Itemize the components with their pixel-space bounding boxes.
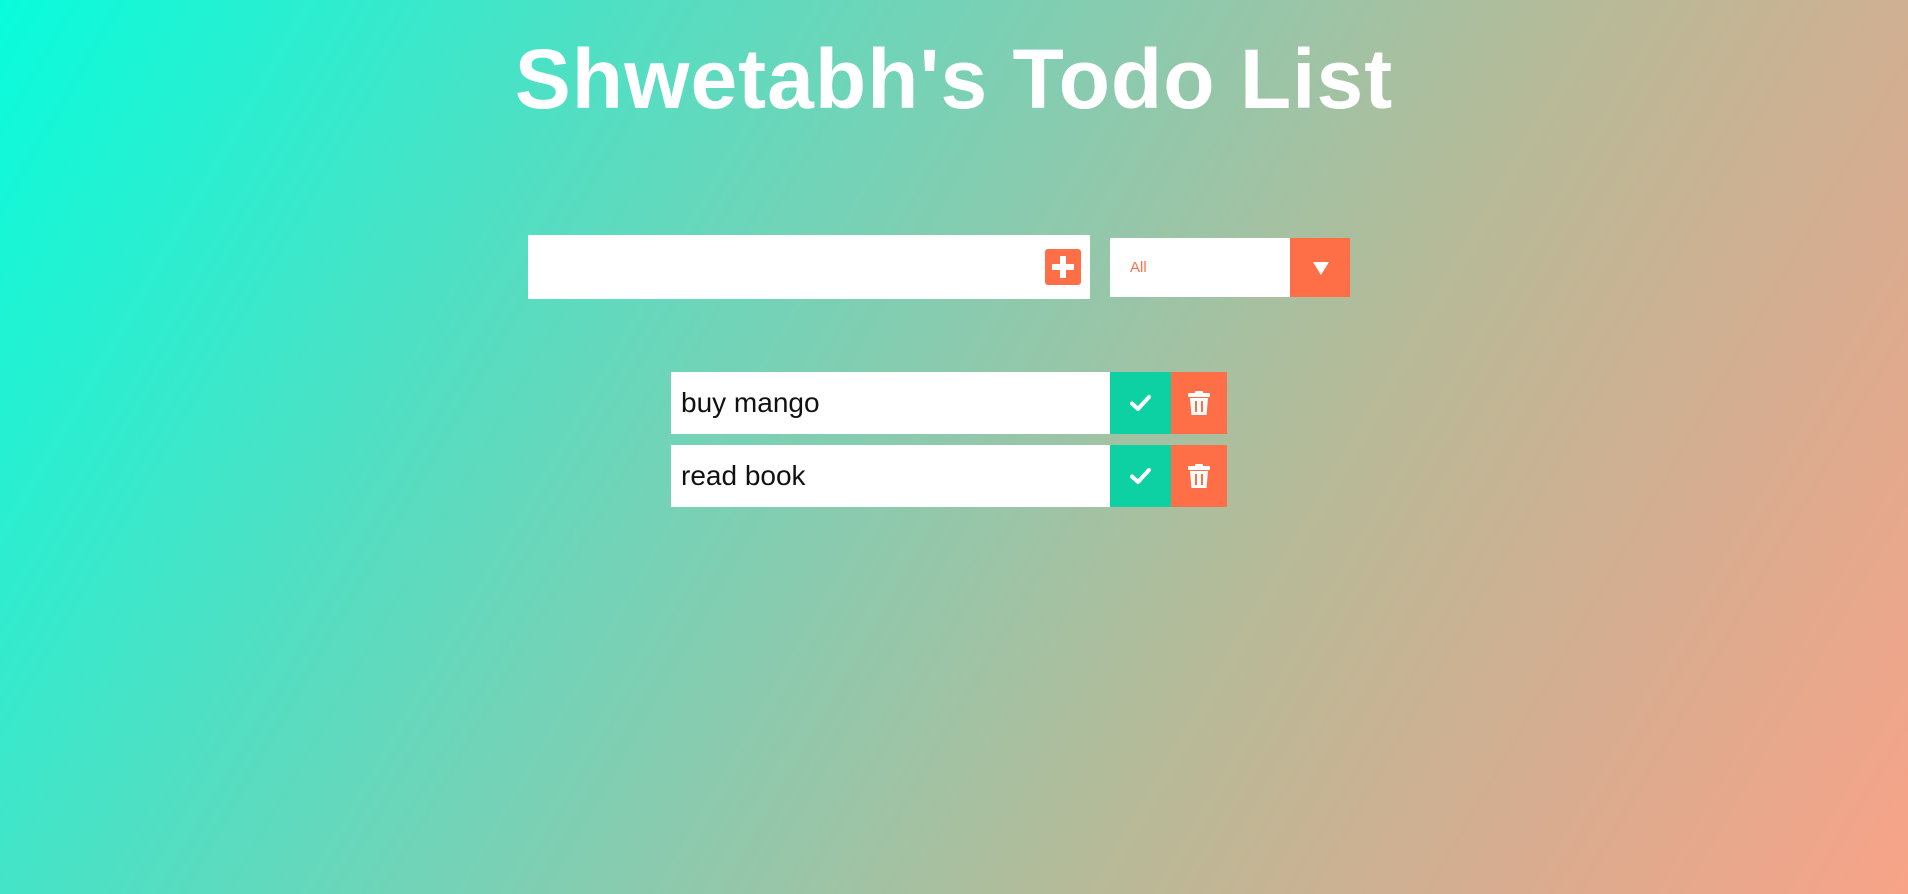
page-title: Shwetabh's Todo List: [514, 32, 1394, 126]
todo-text: read book: [681, 460, 806, 491]
caret-down-icon: [1313, 262, 1329, 275]
complete-button[interactable]: [1110, 372, 1171, 434]
complete-button[interactable]: [1110, 445, 1171, 507]
delete-button[interactable]: [1171, 445, 1227, 507]
add-todo-button[interactable]: [1045, 249, 1081, 285]
delete-button[interactable]: [1171, 372, 1227, 434]
todo-list: buy mango read book: [671, 372, 1227, 518]
todo-input[interactable]: [528, 235, 1028, 299]
todo-item: buy mango: [671, 372, 1227, 434]
todo-input-container: [528, 235, 1090, 299]
filter-dropdown-button[interactable]: [1290, 238, 1350, 297]
todo-item: read book: [671, 445, 1227, 507]
filter-select[interactable]: All: [1110, 238, 1350, 297]
filter-selected-value: All: [1130, 259, 1147, 276]
todo-text: buy mango: [681, 387, 820, 418]
